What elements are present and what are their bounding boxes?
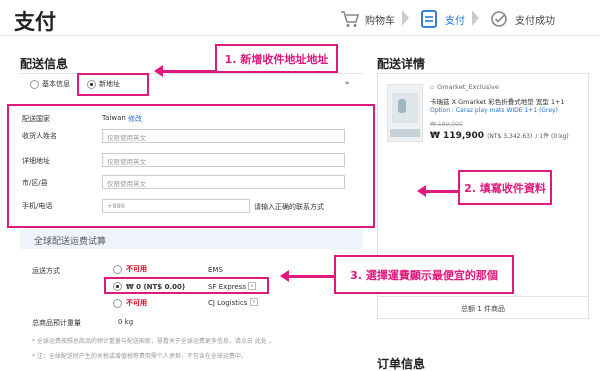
recipient-name-field[interactable]: 仅限使用英文	[102, 129, 345, 143]
city-field[interactable]: 仅限使用英文	[102, 175, 345, 189]
price-twd: (NT$ 3,342.63)	[487, 133, 533, 140]
store-icon: ⌂	[430, 83, 435, 91]
order-info-title: 订单信息	[377, 357, 426, 371]
weight-label: 总商品预计重量	[32, 319, 81, 327]
phone-field[interactable]: +886	[102, 199, 250, 213]
phone-label: 手机/电话	[22, 202, 53, 210]
chevron-down-icon[interactable]: v	[248, 282, 256, 290]
shipping-option-cj[interactable]: 不可用	[113, 298, 147, 308]
step-payment: 支付	[420, 9, 465, 29]
chevron-down-icon[interactable]: v	[250, 298, 258, 306]
original-price: ₩ 189,000	[430, 121, 463, 128]
step-cart-label: 购物车	[365, 15, 395, 27]
radio-button[interactable]	[30, 79, 39, 89]
arrow-left-icon	[280, 270, 334, 282]
weight-value: 0 kg	[118, 318, 134, 326]
shipping-note-2: * 注：全球配送时产生的关税或增值税等费用需个人承担，不包含在全球运费中。	[32, 353, 247, 360]
option-status: 不可用	[126, 265, 147, 273]
shipping-calculator: 全球配送运费试算	[20, 229, 363, 371]
radio-basic-label: 基本信息	[42, 80, 70, 88]
step-cart: 购物车	[340, 9, 395, 29]
cart-icon	[341, 11, 360, 27]
method-label: 运送方式	[32, 267, 60, 275]
address-field[interactable]: 仅限使用英文	[102, 153, 345, 167]
product-name[interactable]: 卡瑞兹 X Gmarket 彩色折叠式地垫 宽型 1+1	[430, 96, 586, 106]
check-circle-icon	[491, 11, 507, 27]
carrier-sf: SF Express	[208, 283, 247, 291]
seller-name[interactable]: Gmarket_Exclusive	[437, 83, 499, 91]
clipboard-icon	[421, 10, 437, 28]
option-status: 不可用	[126, 299, 147, 307]
details-title: 配送详情	[377, 57, 426, 71]
product-image[interactable]	[387, 84, 423, 142]
step-payment-label: 支付	[445, 15, 465, 27]
carrier-ems: EMS	[208, 266, 223, 274]
callout-new-address: 1. 新增收件地址地址	[215, 44, 338, 73]
total-items: 总额 1 件商品	[461, 305, 505, 313]
radio-button[interactable]	[113, 282, 122, 291]
shipping-option-sf[interactable]: ₩ 0 (NT$ 0.00)	[113, 282, 185, 291]
name-label: 收货人姓名	[22, 132, 57, 140]
radio-button[interactable]	[113, 264, 122, 274]
price-row: ₩ 119,900 (NT$ 3,342.63) / 1件 (0 kg)	[430, 131, 569, 141]
country-label: 配送国家	[22, 115, 50, 123]
radio-new-label: 新地址	[99, 80, 120, 88]
shipping-title: 全球配送运费试算	[34, 237, 107, 247]
step-success: 支付成功	[490, 9, 555, 29]
checkout-header: 支付 购物车 支付 支付成功	[0, 0, 600, 36]
carrier-cj: CJ Logistics	[208, 299, 248, 307]
option-price: ₩ 0 (NT$ 0.00)	[126, 282, 186, 291]
price: ₩ 119,900	[430, 131, 485, 141]
callout-cheapest-shipping: 3. 選擇運費顯示最便宜的那個	[334, 255, 514, 294]
shipping-option-ems[interactable]: 不可用	[113, 264, 147, 274]
radio-new-address[interactable]: 新地址	[87, 79, 120, 89]
city-label: 市/区/县	[22, 179, 48, 187]
chevron-right-icon	[402, 10, 409, 26]
country-value: Taiwan	[102, 114, 126, 122]
quantity: / 1件 (0 kg)	[535, 133, 569, 140]
callout-fill-form: 2. 填寫收件資料	[458, 170, 552, 205]
shipping-note-1: * 全球运费按照总商品的预计重量与配送国家，慧看关于全球运费更多信息，请点击 此…	[32, 338, 275, 345]
phone-hint: 请输入正确的联系方式	[254, 203, 324, 211]
page-title: 支付	[14, 10, 56, 34]
arrow-left-icon	[154, 65, 215, 77]
radio-basic-info[interactable]: 基本信息	[30, 79, 70, 89]
delivery-section-title: 配送信息	[20, 57, 69, 71]
arrow-left-icon	[417, 185, 458, 197]
chevron-right-icon	[472, 10, 479, 26]
country-edit-link[interactable]: 修改	[128, 114, 142, 124]
seller-row: ⌂ Gmarket_Exclusive	[430, 83, 499, 91]
radio-button[interactable]	[87, 79, 96, 89]
address-label: 详细地址	[22, 157, 50, 165]
step-success-label: 支付成功	[515, 15, 555, 27]
radio-button[interactable]	[113, 298, 122, 308]
product-option: Option : Caraz play mats WIDE 1+1 (Grey)	[430, 107, 558, 114]
